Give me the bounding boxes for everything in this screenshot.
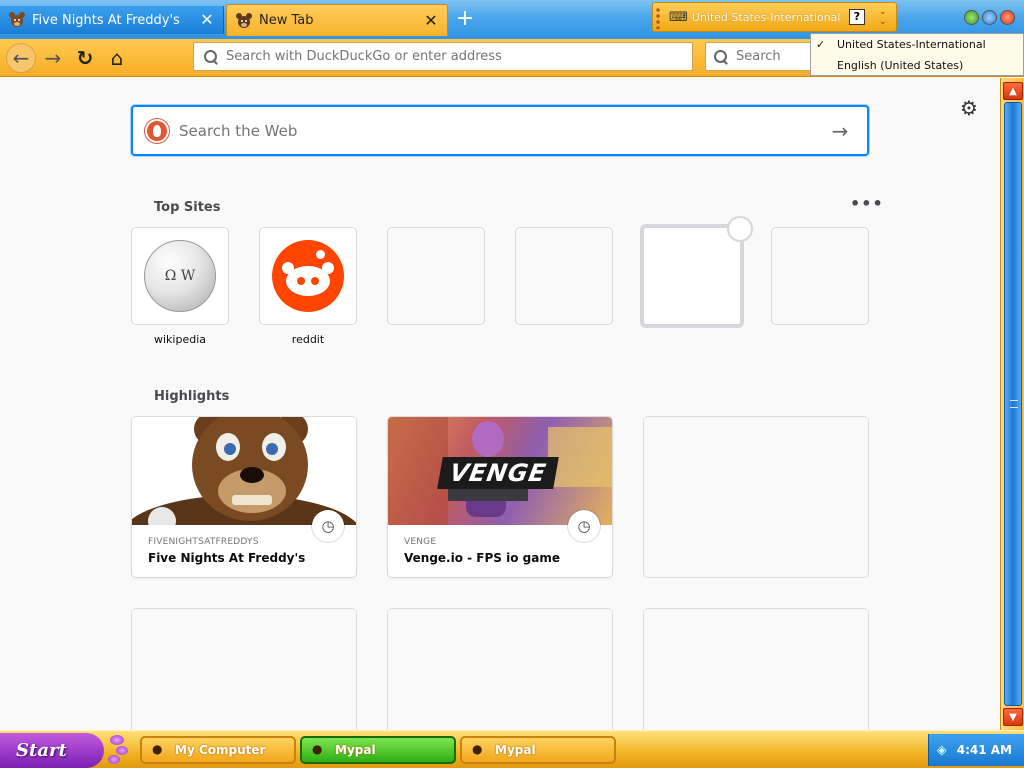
reddit-logo-icon [272,240,344,312]
grip-dots [656,7,660,29]
duckduckgo-icon [145,118,169,143]
freddy-icon: ● [472,742,483,756]
top-site-reddit[interactable] [260,228,356,324]
top-site-empty[interactable] [388,228,484,324]
back-arrow-icon: ← [12,46,30,70]
freddy-favicon-icon [235,12,253,30]
language-option-english-us[interactable]: English (United States) [811,55,1023,76]
scroll-up-button[interactable]: ▲ [1003,82,1023,100]
clock-icon: ◷ [312,510,344,542]
highlight-card-empty [644,417,868,577]
top-site-wikipedia[interactable]: Ω W [132,228,228,324]
keyboard-icon: ⌨ [669,9,688,25]
highlight-card-empty [132,609,356,739]
task-label: Mypal [495,743,536,757]
close-tab-icon[interactable]: ✕ [423,12,439,29]
reload-icon: ↻ [76,46,94,70]
search-icon [714,49,728,64]
maximize-button[interactable] [982,10,997,25]
highlights-heading: Highlights [154,389,230,404]
start-button[interactable]: Start [0,733,104,768]
clock-time[interactable]: 4:41 AM [957,743,1012,757]
home-button[interactable]: ⌂ [102,43,132,73]
check-icon: ✓ [816,38,826,51]
scroll-down-button[interactable]: ▼ [1003,708,1023,726]
down-arrow-icon: ▼ [1009,711,1017,723]
close-tab-icon[interactable]: ✕ [199,12,215,28]
highlight-title: Five Nights At Freddy's [148,551,306,565]
top-site-label: wikipedia [153,333,206,346]
highlight-host: FIVENIGHTSATFREDDYS [148,537,259,547]
highlight-card-empty [644,609,868,739]
top-site-empty[interactable] [772,228,868,324]
start-label: Start [16,740,67,761]
tab-title: New Tab [259,13,314,28]
highlight-host: VENGE [404,537,437,547]
freddy-fazbear-image [132,417,356,525]
venge-logo-text: VENGE [437,457,559,489]
taskbar-item-mypal[interactable]: ● Mypal [460,736,616,764]
forward-button[interactable]: → [38,43,68,73]
top-site-label: reddit [291,333,325,346]
tab-five-nights[interactable]: Five Nights At Freddy's ✕ [0,6,224,34]
freddy-favicon-icon [8,11,26,29]
tile-pin-circle[interactable] [727,216,753,242]
reload-button[interactable]: ↻ [70,43,100,73]
highlight-title: Venge.io - FPS io game [404,551,560,565]
mickey-icon: ● [152,742,163,756]
system-tray: ◈ 4:41 AM [928,734,1024,766]
vertical-scrollbar[interactable]: ▲ ▼ [1000,78,1024,730]
grip-icon [1010,400,1018,408]
highlight-card-empty [388,609,612,739]
forward-arrow-icon: → [44,46,62,70]
address-input[interactable] [226,49,666,64]
task-label: Mypal [335,743,376,757]
window-controls [964,10,1015,25]
top-site-empty-hovered[interactable] [640,224,744,328]
address-bar[interactable] [193,42,693,71]
taskbar-item-my-computer[interactable]: ● My Computer [140,736,296,764]
web-search-box[interactable]: → [131,105,869,156]
search-bar[interactable] [705,42,815,71]
highlight-card-fnaf[interactable]: ◷ FIVENIGHTSATFREDDYS Five Nights At Fre… [132,417,356,577]
wikipedia-globe-icon: Ω W [144,240,216,312]
back-button[interactable]: ← [6,43,36,73]
go-arrow-icon[interactable]: → [825,119,855,143]
highlight-card-venge[interactable]: VENGE ◷ VENGE Venge.io - FPS io game [388,417,612,577]
scroll-thumb[interactable] [1004,102,1022,706]
web-search-input[interactable] [179,121,825,140]
wikipedia-glyph: Ω W [164,268,196,284]
freddy-icon: ● [312,742,323,756]
help-icon[interactable]: ? [849,9,865,25]
network-icon[interactable]: ◈ [937,743,947,758]
taskbar: Start ● My Computer ● Mypal ● Mypal ◈ 4:… [0,730,1024,768]
search-icon [204,49,218,64]
tab-new-tab[interactable]: New Tab ✕ [226,4,448,36]
taskbar-item-mypal-active[interactable]: ● Mypal [300,736,456,764]
close-window-button[interactable] [1000,10,1015,25]
top-sites-heading: Top Sites [154,200,221,215]
current-language[interactable]: United States-International [692,11,841,24]
clock-icon: ◷ [568,510,600,542]
options-arrow-icon[interactable]: ⌄ ⌄ [879,7,887,27]
new-tab-button[interactable]: + [452,8,478,32]
language-option-label: United States-International [837,38,986,51]
top-sites-menu-icon[interactable]: ••• [850,194,884,213]
minimize-button[interactable] [964,10,979,25]
language-option-label: English (United States) [837,59,964,72]
task-label: My Computer [175,743,266,757]
language-bar[interactable]: ⌨ United States-International ? ⌄ ⌄ [652,2,897,32]
new-tab-page: ⚙ → Top Sites ••• Ω W wikipedia reddit H… [0,78,1000,730]
start-bubbles-icon [106,735,130,765]
top-site-empty[interactable] [516,228,612,324]
home-icon: ⌂ [110,46,124,70]
search-input[interactable] [736,49,814,64]
gear-icon[interactable]: ⚙ [960,96,978,120]
language-menu: ✓ United States-International English (U… [810,33,1024,76]
venge-game-image: VENGE [388,417,612,525]
tab-title: Five Nights At Freddy's [32,12,180,28]
up-arrow-icon: ▲ [1009,85,1017,97]
language-option-us-international[interactable]: ✓ United States-International [811,34,1023,55]
